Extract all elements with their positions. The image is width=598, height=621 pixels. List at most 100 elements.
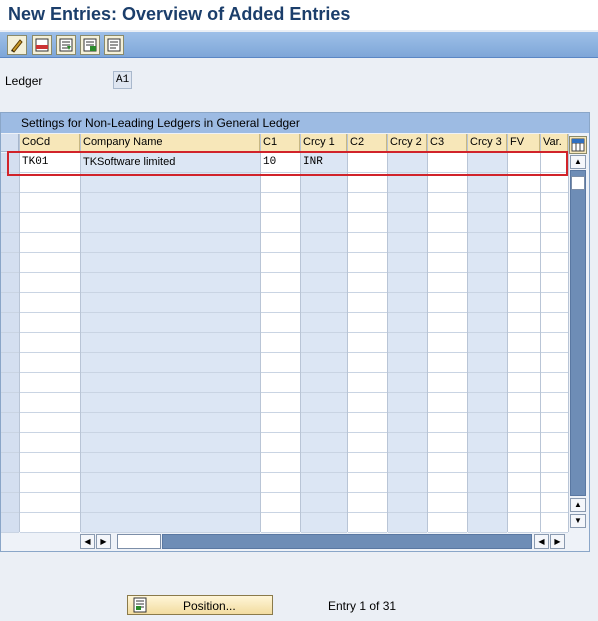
scroll-right-small-icon[interactable]: ▶ [96,534,111,549]
table-cell[interactable] [541,373,568,393]
table-cell[interactable] [508,293,540,313]
table-cell[interactable] [508,433,540,453]
table-cell[interactable] [20,353,80,373]
table-cell[interactable] [508,493,540,513]
table-cell[interactable] [428,473,467,493]
table-cell[interactable] [541,273,568,293]
table-cell[interactable] [388,373,427,393]
table-cell[interactable] [301,333,347,353]
table-cell[interactable] [81,453,260,473]
table-cell[interactable] [541,393,568,413]
table-cell[interactable] [20,193,80,213]
table-cell[interactable] [508,353,540,373]
row-selector[interactable] [1,473,19,493]
table-cell[interactable] [468,193,507,213]
column-header-var[interactable]: Var. [541,134,568,152]
table-cell[interactable] [428,213,467,233]
table-cell[interactable] [428,513,467,533]
table-cell[interactable] [388,433,427,453]
table-cell[interactable] [541,293,568,313]
table-cell[interactable] [261,333,300,353]
table-cell[interactable] [348,273,387,293]
table-cell[interactable] [81,233,260,253]
table-cell[interactable] [301,193,347,213]
table-cell[interactable] [261,193,300,213]
table-cell[interactable] [468,353,507,373]
vertical-scrollbar[interactable]: ▲ ▲ ▼ [569,136,587,532]
row-selector[interactable] [1,433,19,453]
table-cell[interactable]: INR [301,153,347,173]
table-cell[interactable] [81,493,260,513]
table-cell[interactable] [301,513,347,533]
column-header-c2[interactable]: C2 [348,134,387,152]
table-cell[interactable] [20,313,80,333]
table-cell[interactable] [261,413,300,433]
table-cell[interactable] [388,253,427,273]
table-cell[interactable] [20,273,80,293]
table-cell[interactable] [508,273,540,293]
table-cell[interactable] [428,313,467,333]
table-cell[interactable] [388,333,427,353]
table-cell[interactable]: 10 [261,153,300,173]
table-cell[interactable] [468,453,507,473]
table-cell[interactable] [20,333,80,353]
table-cell[interactable] [81,313,260,333]
table-cell[interactable] [301,313,347,333]
table-cell[interactable] [261,393,300,413]
table-cell[interactable] [541,473,568,493]
table-cell[interactable] [261,213,300,233]
table-cell[interactable] [508,333,540,353]
select-block-icon[interactable] [104,35,124,55]
position-button[interactable]: Position... [127,595,273,615]
table-cell[interactable] [388,353,427,373]
scrollbar-track[interactable] [570,170,586,496]
table-cell[interactable] [508,313,540,333]
table-cell[interactable] [301,373,347,393]
table-cell[interactable] [508,413,540,433]
table-cell[interactable] [81,373,260,393]
table-cell[interactable] [468,433,507,453]
scroll-left-end-icon[interactable]: ◀ [534,534,549,549]
table-cell[interactable] [20,473,80,493]
table-cell[interactable] [428,453,467,473]
table-cell[interactable] [508,193,540,213]
table-cell[interactable] [261,273,300,293]
table-cell[interactable] [348,313,387,333]
table-cell[interactable] [348,453,387,473]
column-header-crcy1[interactable]: Crcy 1 [301,134,347,152]
table-cell[interactable] [468,313,507,333]
table-cell[interactable] [508,373,540,393]
table-cell[interactable] [508,453,540,473]
row-selector[interactable] [1,233,19,253]
hscroll-thumb[interactable] [117,534,161,549]
scrollbar-thumb[interactable] [571,176,585,190]
table-cell[interactable] [468,513,507,533]
table-cell[interactable] [81,513,260,533]
edit-pencil-icon[interactable] [7,35,27,55]
table-cell[interactable] [468,233,507,253]
table-cell[interactable] [468,393,507,413]
table-cell[interactable] [541,333,568,353]
table-cell[interactable] [81,273,260,293]
table-cell[interactable] [468,373,507,393]
table-cell[interactable] [348,293,387,313]
scroll-down-icon[interactable]: ▼ [570,514,586,528]
table-cell[interactable] [348,413,387,433]
table-cell[interactable] [81,413,260,433]
table-cell[interactable] [348,493,387,513]
delete-entry-icon[interactable] [80,35,100,55]
column-header-c3[interactable]: C3 [428,134,467,152]
table-cell[interactable]: TKSoftware limited [81,153,260,173]
table-cell[interactable] [468,473,507,493]
row-selectors[interactable] [1,153,19,533]
column-header-crcy2[interactable]: Crcy 2 [388,134,427,152]
table-cell[interactable] [348,233,387,253]
table-cell[interactable] [348,513,387,533]
table-cell[interactable] [20,173,80,193]
table-cell[interactable] [348,373,387,393]
table-cell[interactable] [20,513,80,533]
table-cell[interactable] [428,413,467,433]
table-cell[interactable] [81,393,260,413]
table-cell[interactable] [81,353,260,373]
table-cell[interactable] [508,393,540,413]
